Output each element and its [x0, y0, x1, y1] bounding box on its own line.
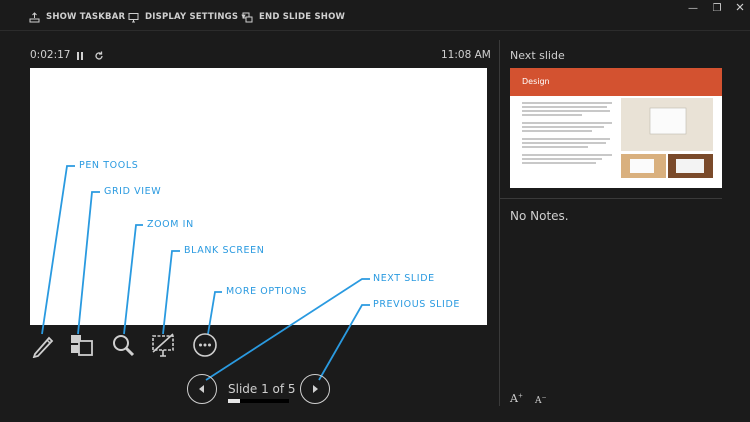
pen-tools-button[interactable]	[30, 332, 56, 359]
grid-icon	[71, 335, 93, 356]
callout-zoom-in: ZOOM IN	[147, 219, 194, 230]
decrease-text-size-button[interactable]: A−	[535, 394, 547, 406]
zoom-in-button[interactable]	[110, 332, 136, 358]
pen-icon	[32, 336, 54, 359]
previous-slide-leader	[318, 304, 370, 381]
zoom-in-leader	[123, 224, 143, 335]
chevron-right-icon	[313, 385, 318, 393]
speaker-notes: No Notes.	[510, 209, 569, 223]
pen-tools-leader	[41, 165, 75, 335]
more-options-button[interactable]	[192, 332, 218, 358]
thumbnail-content	[522, 98, 713, 178]
more-options-icon	[193, 333, 217, 357]
slide-counter[interactable]: Slide 1 of 5	[228, 382, 296, 396]
next-slide-button[interactable]	[300, 374, 330, 404]
thumbnail-title: Design	[522, 77, 550, 86]
next-slide-thumbnail[interactable]: Design	[510, 68, 722, 188]
blank-screen-icon	[152, 333, 174, 357]
increase-text-size-button[interactable]: A+	[510, 392, 523, 405]
blank-screen-leader	[162, 250, 180, 335]
previous-slide-button[interactable]	[187, 374, 217, 404]
callout-pen-tools: PEN TOOLS	[79, 160, 139, 171]
callout-lines	[41, 165, 370, 381]
callout-next-slide: NEXT SLIDE	[373, 273, 435, 284]
callout-previous-slide: PREVIOUS SLIDE	[373, 299, 460, 310]
grid-view-leader	[77, 191, 100, 335]
slide-progress-fill	[228, 399, 241, 403]
callout-grid-view: GRID VIEW	[104, 186, 162, 197]
callout-more-options: MORE OPTIONS	[226, 286, 307, 297]
blank-screen-button[interactable]	[150, 332, 176, 358]
chevron-left-icon	[199, 385, 204, 393]
more-options-leader	[207, 291, 222, 335]
callout-blank-screen: BLANK SCREEN	[184, 245, 265, 256]
notes-divider	[500, 198, 722, 199]
zoom-icon	[113, 335, 135, 357]
grid-view-button[interactable]	[68, 332, 94, 358]
pane-divider	[499, 40, 500, 406]
next-slide-heading: Next slide	[510, 49, 565, 62]
slide-progress-bar	[228, 399, 289, 403]
